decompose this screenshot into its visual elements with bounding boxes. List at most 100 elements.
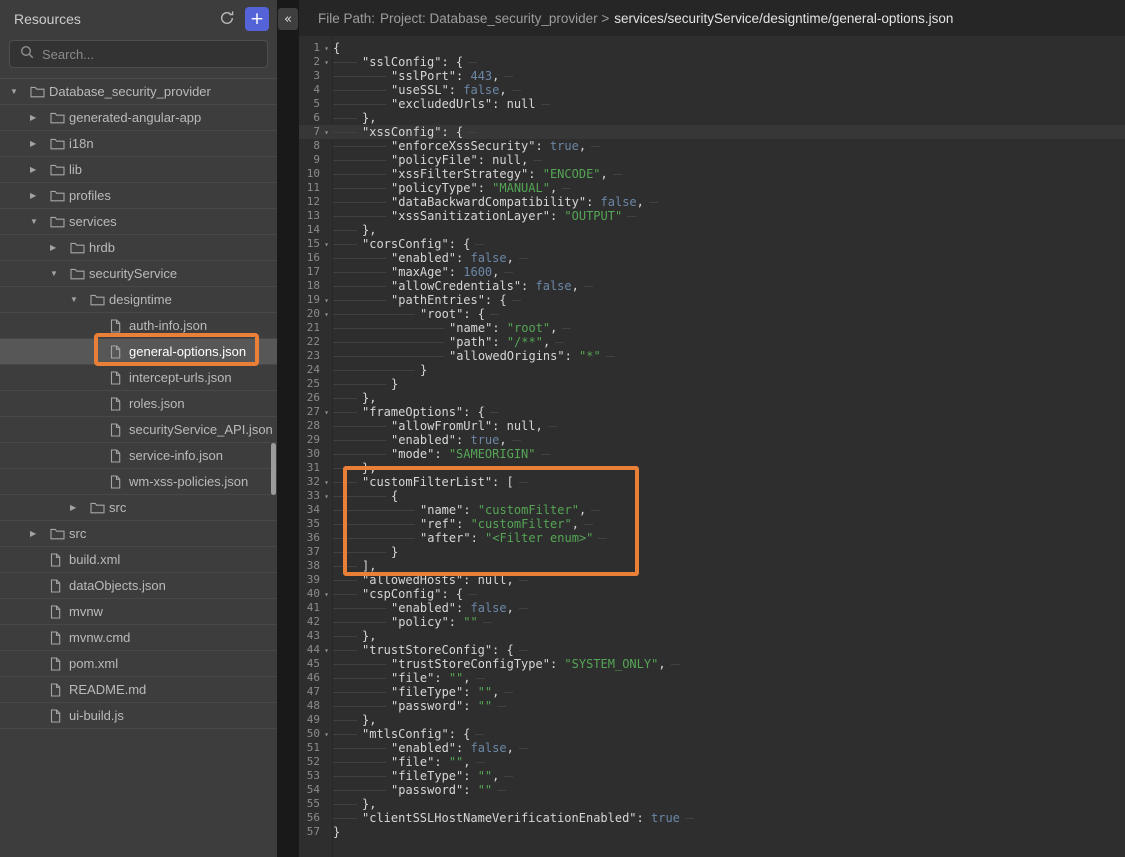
fold-arrow-icon (320, 755, 333, 769)
expand-arrow-icon[interactable]: ▶ (30, 139, 50, 148)
code-token: "allowCredentials" (391, 279, 521, 293)
code-token: : (456, 517, 470, 531)
code-token: "customFilterList" (362, 475, 492, 489)
code-token: "MANUAL" (492, 181, 550, 195)
expand-arrow-icon[interactable]: ▼ (30, 217, 50, 226)
search-box[interactable] (9, 40, 268, 68)
line-number: 9 (299, 153, 320, 167)
expand-arrow-icon[interactable]: ▼ (70, 295, 90, 304)
code-editor[interactable]: 1 ▾ { 2 ▾ "sslConfig": { 3 "sslPort": 44… (299, 36, 1125, 857)
fold-arrow-icon[interactable]: ▾ (320, 125, 333, 139)
tree-item-service-info.json[interactable]: service-info.json (0, 443, 277, 469)
line-number: 49 (299, 713, 320, 727)
indent-guide (333, 195, 391, 209)
indent-guide (333, 447, 391, 461)
expand-arrow-icon[interactable]: ▶ (70, 503, 90, 512)
tree-item-profiles[interactable]: ▶ profiles (0, 183, 277, 209)
expand-arrow-icon[interactable]: ▼ (50, 269, 70, 278)
tree-item-build.xml[interactable]: build.xml (0, 547, 277, 573)
tree-item-mvnw.cmd[interactable]: mvnw.cmd (0, 625, 277, 651)
line-number: 6 (299, 111, 320, 125)
tree-item-src[interactable]: ▶ src (0, 521, 277, 547)
tree-item-designtime[interactable]: ▼ designtime (0, 287, 277, 313)
code-line: 4 "useSSL": false, (299, 83, 1125, 97)
collapse-sidebar-button[interactable]: « (278, 8, 298, 30)
tree-item-mvnw[interactable]: mvnw (0, 599, 277, 625)
expand-arrow-icon[interactable]: ▶ (30, 165, 50, 174)
fold-arrow-icon[interactable]: ▾ (320, 489, 333, 503)
expand-arrow-icon[interactable]: ▶ (30, 529, 50, 538)
fold-arrow-icon[interactable]: ▾ (320, 293, 333, 307)
code-token: : (550, 657, 564, 671)
fold-arrow-icon[interactable]: ▾ (320, 307, 333, 321)
tree-item-README.md[interactable]: README.md (0, 677, 277, 703)
expand-arrow-icon[interactable]: ▼ (10, 87, 30, 96)
fold-arrow-icon[interactable]: ▾ (320, 405, 333, 419)
line-number: 32 (299, 475, 320, 489)
code-token: "" (478, 783, 492, 797)
folder-icon (50, 164, 69, 176)
code-token: : [ (492, 475, 514, 489)
trailing-whitespace-marker (504, 769, 518, 783)
tree-item-securityService[interactable]: ▼ securityService (0, 261, 277, 287)
code-token: "dataBackwardCompatibility" (391, 195, 586, 209)
tree-item-roles.json[interactable]: roles.json (0, 391, 277, 417)
line-number: 3 (299, 69, 320, 83)
code-token: : (536, 139, 550, 153)
fold-arrow-icon (320, 363, 333, 377)
tree-item-dataObjects.json[interactable]: dataObjects.json (0, 573, 277, 599)
fold-arrow-icon (320, 139, 333, 153)
code-token: "enabled" (391, 433, 456, 447)
fold-arrow-icon (320, 153, 333, 167)
tree-item-i18n[interactable]: ▶ i18n (0, 131, 277, 157)
expand-arrow-icon[interactable]: ▶ (30, 113, 50, 122)
tree-item-securityService_API.json[interactable]: securityService_API.json (0, 417, 277, 443)
code-token: , (579, 503, 586, 517)
tree-item-auth-info.json[interactable]: auth-info.json (0, 313, 277, 339)
fold-arrow-icon[interactable]: ▾ (320, 237, 333, 251)
code-line: 21 "name": "root", (299, 321, 1125, 335)
fold-arrow-icon[interactable]: ▾ (320, 475, 333, 489)
line-number: 34 (299, 503, 320, 517)
fold-arrow-icon[interactable]: ▾ (320, 643, 333, 657)
tree-item-lib[interactable]: ▶ lib (0, 157, 277, 183)
code-line: 23 "allowedOrigins": "*" (299, 349, 1125, 363)
fold-arrow-icon[interactable]: ▾ (320, 587, 333, 601)
line-number: 45 (299, 657, 320, 671)
code-token: : (434, 755, 448, 769)
tree-item-services[interactable]: ▼ services (0, 209, 277, 235)
search-input[interactable] (42, 47, 257, 62)
code-line: 1 ▾ { (299, 41, 1125, 55)
code-token: "root" (420, 307, 463, 321)
refresh-button[interactable] (215, 7, 239, 31)
tree-item-hrdb[interactable]: ▶ hrdb (0, 235, 277, 261)
tree-item-ui-build.js[interactable]: ui-build.js (0, 703, 277, 729)
sidebar-scrollbar-thumb[interactable] (271, 443, 276, 495)
code-line: 52 "file": "", (299, 755, 1125, 769)
fold-arrow-icon[interactable]: ▾ (320, 41, 333, 55)
line-number: 41 (299, 601, 320, 615)
tree-item-src[interactable]: ▶ src (0, 495, 277, 521)
tree-item-pom.xml[interactable]: pom.xml (0, 651, 277, 677)
code-token: : (492, 419, 506, 433)
fold-arrow-icon (320, 349, 333, 363)
expand-arrow-icon[interactable]: ▶ (30, 191, 50, 200)
trailing-whitespace-marker (476, 671, 490, 685)
trailing-whitespace-marker (483, 615, 497, 629)
tree-item-Database_security_provider[interactable]: ▼ Database_security_provider (0, 79, 277, 105)
tree-item-wm-xss-policies.json[interactable]: wm-xss-policies.json (0, 469, 277, 495)
tree-item-intercept-urls.json[interactable]: intercept-urls.json (0, 365, 277, 391)
add-resource-button[interactable]: + (245, 7, 269, 31)
code-line: 26 }, (299, 391, 1125, 405)
code-token: : (456, 741, 470, 755)
code-token: } (420, 363, 427, 377)
expand-arrow-icon[interactable]: ▶ (50, 243, 70, 252)
code-token: "policyType" (391, 181, 478, 195)
tree-item-general-options.json[interactable]: general-options.json (0, 339, 277, 365)
indent-guide (333, 545, 391, 559)
line-number: 46 (299, 671, 320, 685)
fold-arrow-icon[interactable]: ▾ (320, 727, 333, 741)
resources-header: Resources + (0, 0, 277, 38)
fold-arrow-icon[interactable]: ▾ (320, 55, 333, 69)
tree-item-generated-angular-app[interactable]: ▶ generated-angular-app (0, 105, 277, 131)
